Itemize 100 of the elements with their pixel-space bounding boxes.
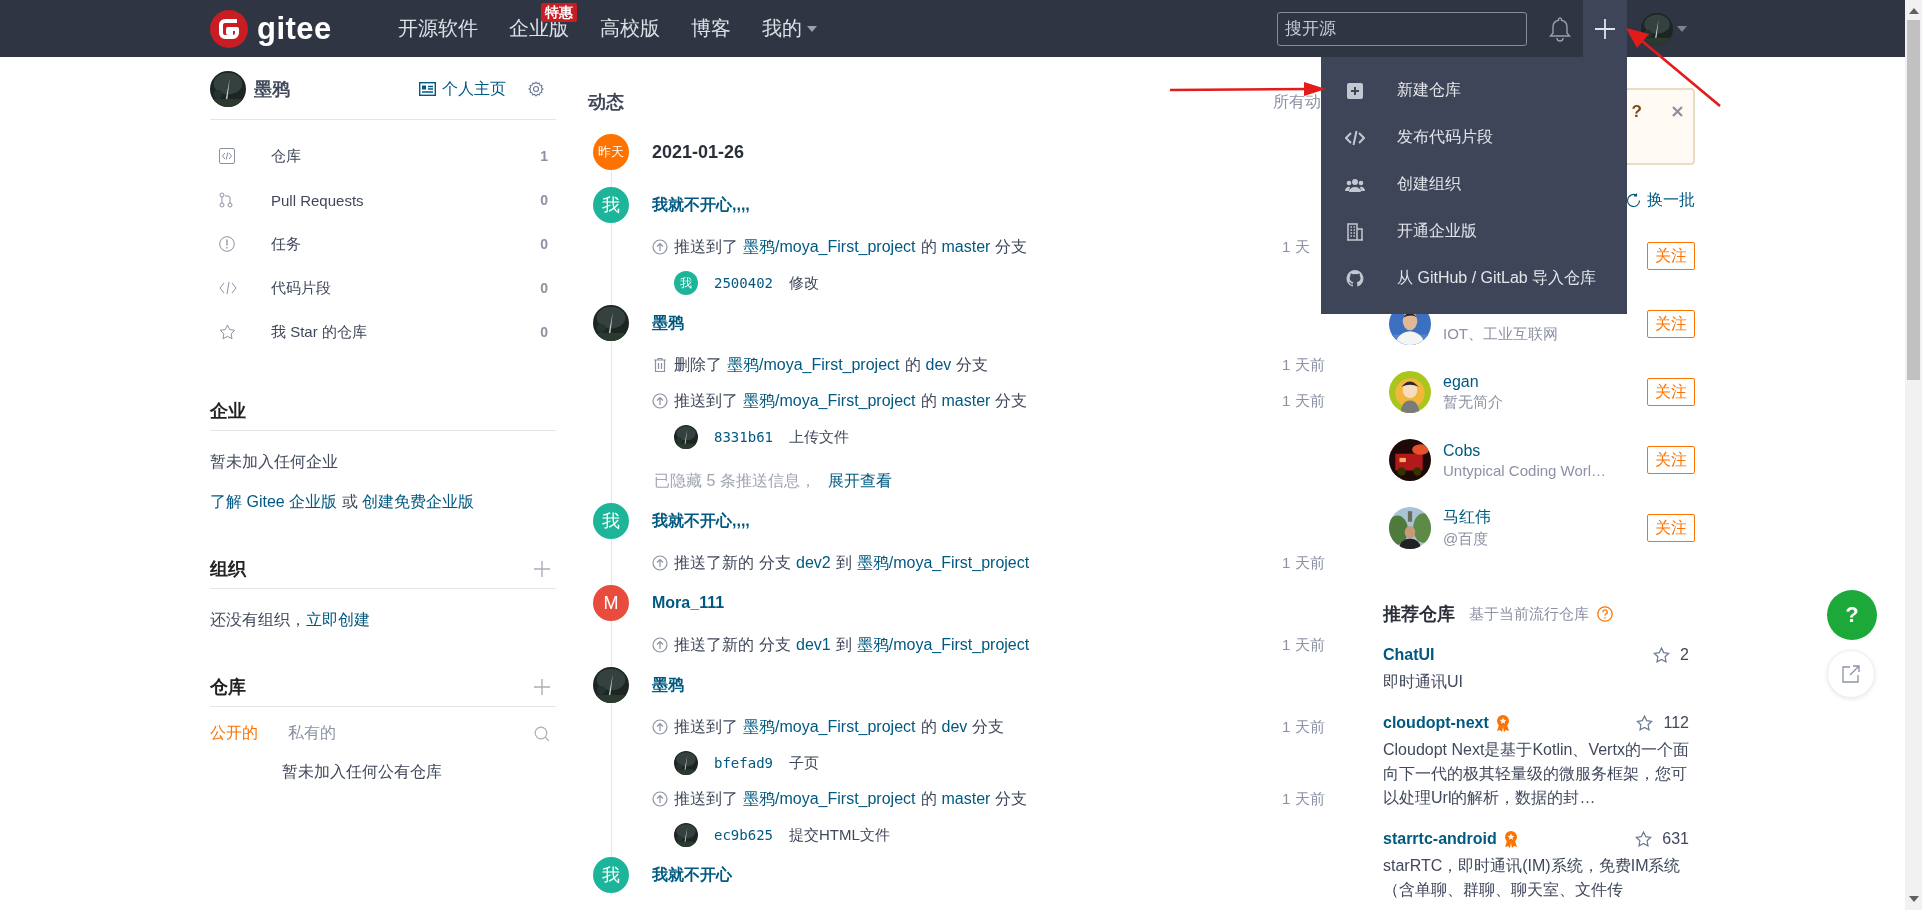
repo-link[interactable]: 墨鸦/moya_First_project xyxy=(727,355,900,373)
bell-icon[interactable] xyxy=(1549,15,1571,42)
timestamp: 1 天 xyxy=(1282,237,1311,257)
section-title: 推荐仓库 xyxy=(1383,603,1455,626)
menu-item[interactable]: 发布代码片段 xyxy=(1321,114,1627,161)
help-icon[interactable] xyxy=(1597,606,1613,622)
sidebar-item[interactable]: 代码片段 0 xyxy=(210,266,556,310)
user-name[interactable]: egan xyxy=(1443,372,1635,391)
scrollbar[interactable] xyxy=(1905,0,1922,910)
user-name[interactable]: 马红伟 xyxy=(1443,507,1635,528)
plus-icon xyxy=(1594,17,1616,40)
user-name[interactable]: 墨鸦 xyxy=(652,312,684,334)
star-icon[interactable] xyxy=(1635,831,1653,847)
sidebar-item[interactable]: 我 Star 的仓库 0 xyxy=(210,310,556,354)
star-icon[interactable] xyxy=(1653,647,1671,663)
caret-icon[interactable] xyxy=(807,25,817,32)
repo-link[interactable]: master xyxy=(941,237,991,255)
search-field[interactable]: 搜开源 xyxy=(1277,11,1527,46)
repo-link[interactable]: 墨鸦/moya_First_project xyxy=(856,553,1030,571)
homepage-link[interactable]: 个人主页 xyxy=(419,78,506,100)
commit-hash[interactable]: 8331b61 xyxy=(714,429,773,445)
id-card-icon xyxy=(419,82,436,96)
repo-link[interactable]: master xyxy=(941,391,991,409)
sidebar-item[interactable]: 仓库 1 xyxy=(210,134,556,178)
empty-message: 暂未加入任何企业 xyxy=(210,452,339,472)
nav-link[interactable]: 开源软件 xyxy=(398,15,478,42)
user-name[interactable]: Cobs xyxy=(1443,441,1635,460)
logo-icon[interactable] xyxy=(210,9,248,48)
nav-link[interactable]: 高校版 xyxy=(600,15,660,42)
timestamp: 1 天前 xyxy=(1282,355,1326,375)
settings-icon[interactable] xyxy=(528,81,544,97)
commit-hash[interactable]: ec9b625 xyxy=(714,827,773,843)
logo-text[interactable]: gitee xyxy=(257,10,332,47)
nav-link[interactable]: 我的 xyxy=(762,15,802,42)
repo-link[interactable]: master xyxy=(941,789,991,807)
share-button[interactable] xyxy=(1827,650,1875,698)
close-icon[interactable] xyxy=(1672,106,1683,117)
user-name[interactable]: 我就不开心 xyxy=(652,864,732,886)
upload-icon xyxy=(652,393,668,409)
timestamp: 1 天前 xyxy=(1282,391,1326,411)
scroll-thumb[interactable] xyxy=(1907,20,1920,380)
star-icon[interactable] xyxy=(1636,715,1654,731)
create-link[interactable]: 创建免费企业版 xyxy=(362,493,475,510)
timestamp: 1 天前 xyxy=(1282,717,1326,737)
user-name[interactable]: 我就不开心,,,, xyxy=(652,510,750,532)
repo-link[interactable]: cloudopt-next xyxy=(1383,714,1489,732)
activity-text: 删除了 墨鸦/moya_First_project 的 dev 分支 xyxy=(674,354,990,375)
repo-link[interactable]: dev xyxy=(941,717,968,735)
refresh-link[interactable]: 换一批 xyxy=(1626,189,1695,211)
learn-link[interactable]: 了解 Gitee 企业版 xyxy=(210,493,338,510)
search-icon[interactable] xyxy=(534,725,550,742)
day-badge: 昨天 xyxy=(593,134,629,170)
menu-item[interactable]: 开通企业版 xyxy=(1321,208,1627,255)
menu-item[interactable]: 从 GitHub / GitLab 导入仓库 xyxy=(1321,255,1627,302)
repo-link[interactable]: 墨鸦/moya_First_project xyxy=(856,635,1030,653)
star-count: 112 xyxy=(1663,714,1689,732)
repo-link[interactable]: ChatUI xyxy=(1383,646,1435,664)
sidebar-item[interactable]: Pull Requests 0 xyxy=(210,178,556,222)
alert-icon xyxy=(219,236,235,252)
pull-request-icon xyxy=(219,192,233,208)
scroll-up-icon[interactable] xyxy=(1908,8,1919,14)
empty-message: 还没有组织，立即创建 xyxy=(210,610,371,630)
user-bio: @百度 xyxy=(1443,530,1490,549)
create-link[interactable]: 立即创建 xyxy=(306,611,370,628)
activity-text: 推送到了 墨鸦/moya_First_project 的 master 分支 xyxy=(674,788,1029,809)
nav-link[interactable]: 博客 xyxy=(691,15,731,42)
menu-item[interactable]: 创建组织 xyxy=(1321,161,1627,208)
repo-link[interactable]: starrtc-android xyxy=(1383,830,1497,848)
create-button[interactable] xyxy=(1583,0,1627,57)
timestamp: 1 天前 xyxy=(1282,553,1326,573)
caret-icon[interactable] xyxy=(1677,25,1687,32)
user-name[interactable]: 我就不开心,,,, xyxy=(652,194,750,216)
star-count: 2 xyxy=(1680,646,1689,664)
upload-icon xyxy=(652,791,668,807)
repo-description: 即时通讯UI xyxy=(1383,672,1464,692)
code-box-icon xyxy=(219,148,235,164)
user-name[interactable]: 墨鸦 xyxy=(254,77,290,101)
repo-link[interactable]: 墨鸦/moya_First_project xyxy=(743,237,916,255)
section-subtitle: 基于当前流行仓库 xyxy=(1469,604,1589,624)
plus-square-icon xyxy=(1345,82,1365,99)
user-name[interactable]: 墨鸦 xyxy=(652,674,684,696)
repo-link[interactable]: 墨鸦/moya_First_project xyxy=(743,789,916,807)
sidebar-item[interactable]: 任务 0 xyxy=(210,222,556,266)
star-count: 631 xyxy=(1662,830,1689,848)
user-name[interactable]: Mora_111 xyxy=(652,594,725,612)
repo-link[interactable]: dev xyxy=(925,355,952,373)
expand-link[interactable]: 展开查看 xyxy=(827,471,892,489)
commit-hash[interactable]: bfefad9 xyxy=(714,755,773,771)
star-icon xyxy=(219,324,236,340)
repo-link[interactable]: dev1 xyxy=(796,635,831,653)
scroll-down-icon[interactable] xyxy=(1908,896,1919,902)
repo-link[interactable]: 墨鸦/moya_First_project xyxy=(743,717,916,735)
repo-link[interactable]: dev2 xyxy=(796,553,831,571)
commit-hash[interactable]: 2500402 xyxy=(714,275,773,291)
menu-item[interactable]: 新建仓库 xyxy=(1321,67,1627,114)
hidden-note: 已隐藏 5 条推送信息， 展开查看 xyxy=(654,470,892,491)
activity-text: 推送了新的 分支 dev2 到 墨鸦/moya_First_project xyxy=(674,552,1031,573)
letter-avatar[interactable]: M xyxy=(593,585,629,621)
repo-link[interactable]: 墨鸦/moya_First_project xyxy=(743,391,916,409)
user-bio: Untypical Coding Worl… xyxy=(1443,461,1608,479)
